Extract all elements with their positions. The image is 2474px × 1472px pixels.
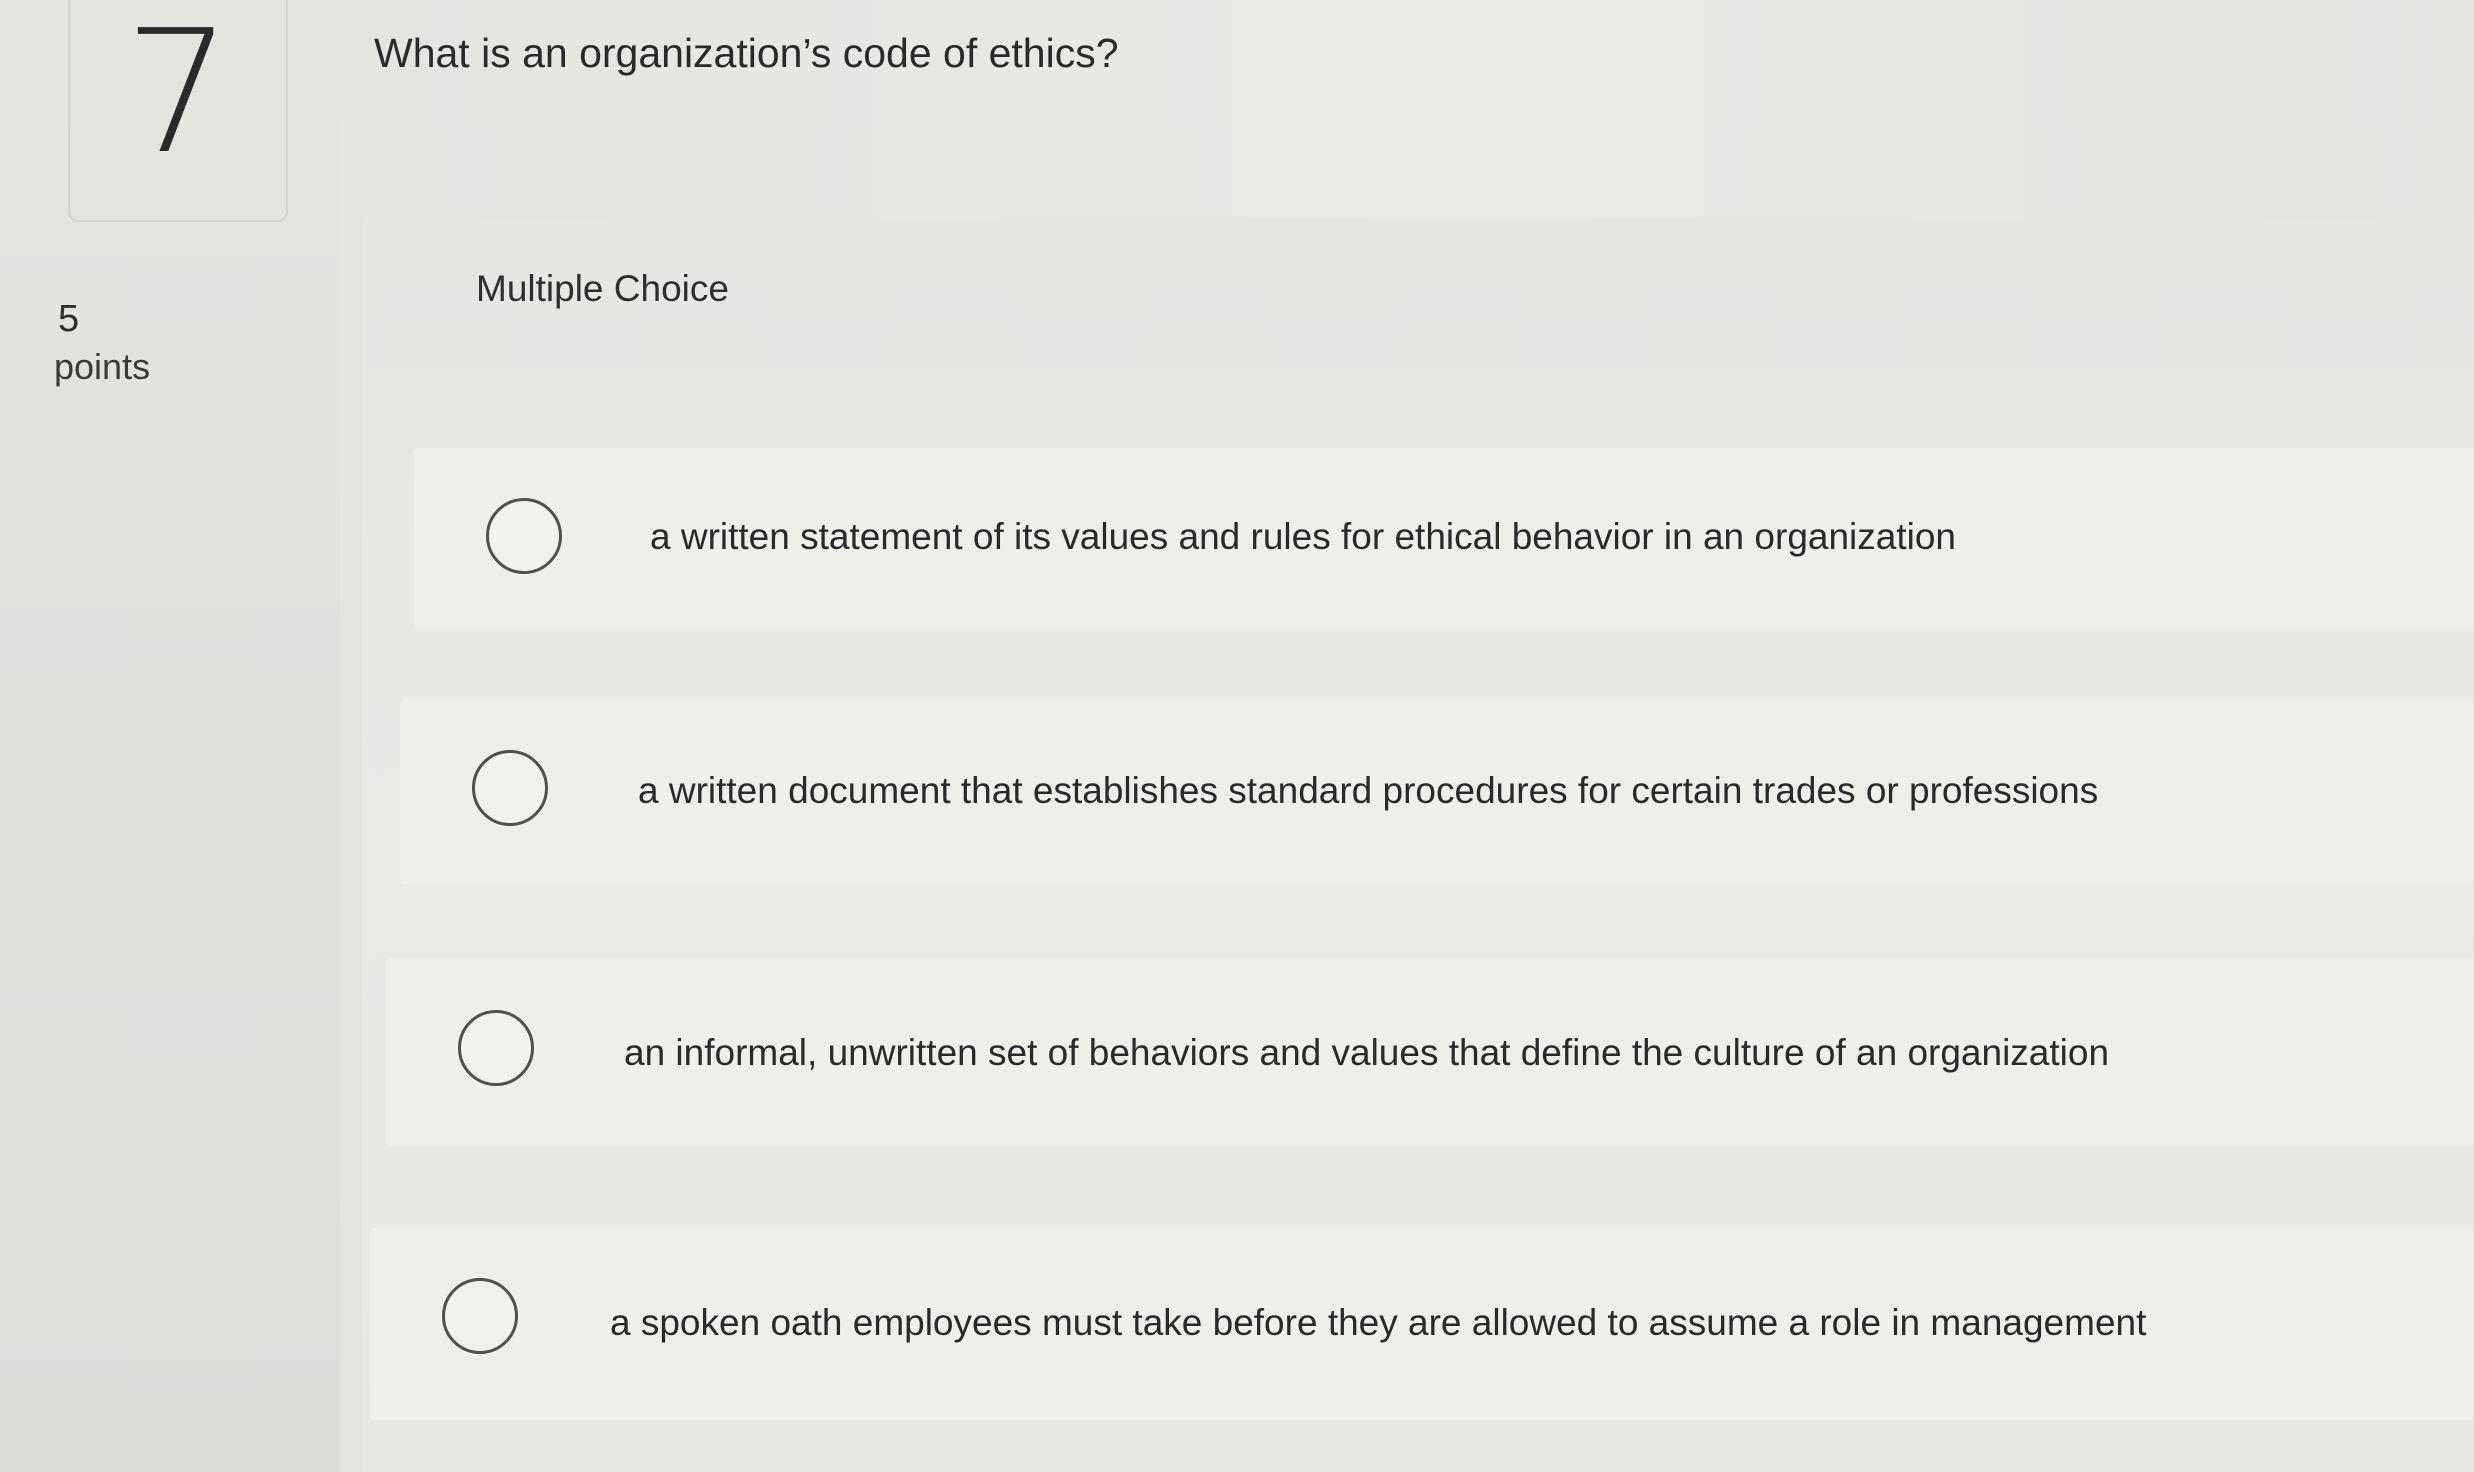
question-prompt: What is an organization’s code of ethics… — [374, 30, 1119, 76]
radio-button-3[interactable] — [458, 1010, 534, 1086]
question-type-label: Multiple Choice — [476, 268, 729, 309]
radio-button-1[interactable] — [486, 498, 562, 574]
choice-text-1[interactable]: a written statement of its values and ru… — [650, 516, 1956, 558]
choice-option-2[interactable]: a written document that establishes stan… — [400, 700, 2474, 884]
question-number: 7 — [123, 0, 233, 192]
question-number-box: 7 — [68, 0, 288, 222]
choice-option-3[interactable]: an informal, unwritten set of behaviors … — [386, 958, 2474, 1146]
radio-button-2[interactable] — [472, 750, 548, 826]
choice-text-4[interactable]: a spoken oath employees must take before… — [610, 1302, 2146, 1344]
points-value: 5 — [58, 298, 80, 340]
choice-text-3[interactable]: an informal, unwritten set of behaviors … — [624, 1032, 2109, 1074]
radio-button-4[interactable] — [442, 1278, 518, 1354]
points-label: points — [54, 346, 151, 387]
choice-option-4[interactable]: a spoken oath employees must take before… — [370, 1228, 2474, 1420]
choice-text-2[interactable]: a written document that establishes stan… — [638, 770, 2098, 812]
choice-option-1[interactable]: a written statement of its values and ru… — [414, 448, 2474, 628]
